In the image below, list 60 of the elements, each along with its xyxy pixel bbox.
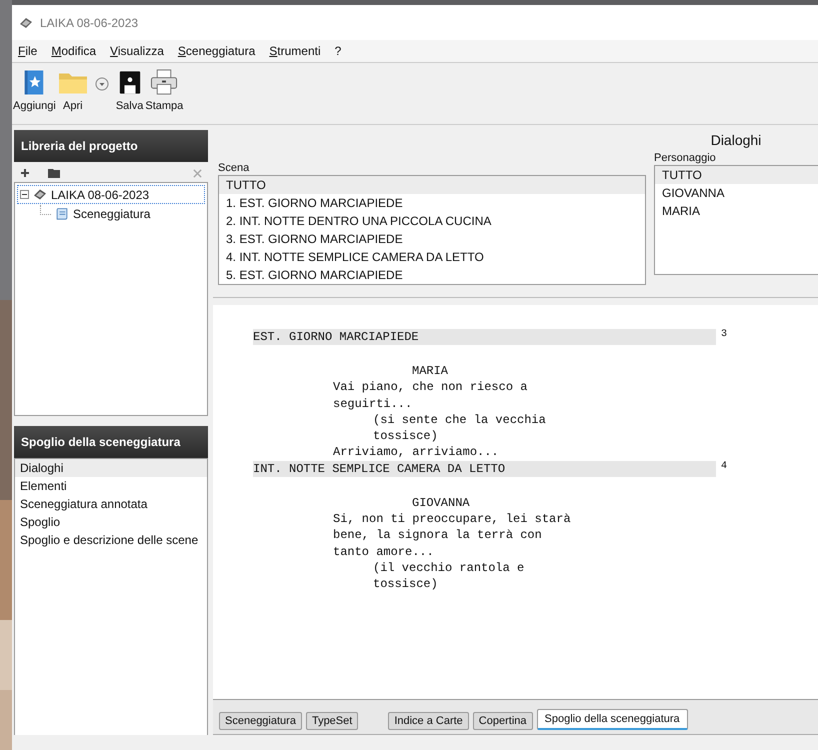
dialogue-line: seguirti... [333,396,414,412]
menu-item[interactable]: Modifica [51,44,96,58]
menu-item[interactable]: Strumenti [269,44,321,58]
list-item[interactable]: 2. INT. NOTTE DENTRO UNA PICCOLA CUCINA [219,212,645,230]
menu-item[interactable]: ? [334,44,342,58]
field-label: Personaggio [654,152,717,164]
parenthetical-line: (si sente che la vecchia [373,412,547,428]
list-item[interactable]: TUTTO [655,166,818,184]
dialogue-line: Vai piano, che non riesco a [333,379,528,396]
list-item[interactable]: Dialoghi [15,459,207,477]
character-name: MARIA [412,363,450,380]
scene-number: 4 [721,460,728,472]
list-item[interactable]: Elementi [15,477,207,495]
parenthetical-line: tossisce) [373,428,439,444]
scene-heading: EST. GIORNO MARCIAPIEDE [253,329,716,345]
caret-icon [94,77,109,91]
window-title: LAIKA 08-06-2023 [40,16,138,30]
menu-item[interactable]: File [18,44,38,58]
list-item[interactable]: 5. EST. GIORNO MARCIAPIEDE [219,266,645,284]
panel-header: Spoglio della sceneggiatura [14,426,208,458]
scroll-icon [55,207,69,220]
dialogue-line: Si, non ti preoccupare, lei starà [333,511,572,528]
tab[interactable]: TypeSet [306,712,358,730]
tab[interactable]: Copertina [472,712,532,730]
plus-icon[interactable] [20,168,30,178]
save-button[interactable]: Salva [114,69,144,112]
add-button[interactable]: Aggiungi [12,69,57,112]
menu-item[interactable]: Visualizza [110,44,164,58]
list-item[interactable]: GIOVANNA [655,184,818,202]
list-item[interactable]: MARIA [655,202,818,220]
collapse-icon[interactable] [20,190,29,199]
character-name: GIOVANNA [412,494,471,512]
tree-item[interactable]: LAIKA 08-06-2023 [17,185,205,204]
tree-item[interactable]: Sceneggiatura [17,204,205,223]
list-item[interactable]: Spoglio [15,513,207,531]
parenthetical-line: tossisce) [373,576,439,593]
tab[interactable]: Indice a Carte [388,712,469,730]
print-button[interactable]: Stampa [144,69,184,112]
menu-item[interactable]: Sceneggiatura [178,44,256,58]
tab[interactable]: Spoglio della sceneggiatura [536,709,688,730]
field-label: Scena [218,162,250,174]
list-item[interactable]: Sceneggiatura annotata [15,495,207,513]
report-title: Dialoghi [710,132,762,148]
folder-icon[interactable] [48,168,60,178]
app-icon [19,16,33,28]
panel-header: Libreria del progetto [14,130,208,162]
list-item[interactable]: 1. EST. GIORNO MARCIAPIEDE [219,194,645,212]
list-item[interactable]: 4. INT. NOTTE SEMPLICE CAMERA DA LETTO [219,248,645,266]
printer-icon [149,69,180,96]
list-item[interactable]: Spoglio e descrizione delle scene [15,531,207,549]
open-button[interactable]: Apri [56,69,89,112]
dialogue-line: tanto amore... [333,544,435,560]
parenthetical-line: (il vecchio rantola e [373,560,526,576]
tab[interactable]: Sceneggiatura [219,712,302,730]
dialogue-line: bene, la signora la terrà con [333,527,543,544]
list-item[interactable]: TUTTO [219,176,645,194]
list-item[interactable]: 3. EST. GIORNO MARCIAPIEDE [219,230,645,248]
dialogue-line: Arriviamo, arriviamo... [333,444,500,461]
scene-number: 3 [721,329,728,340]
scene-heading: INT. NOTTE SEMPLICE CAMERA DA LETTO [253,460,716,477]
